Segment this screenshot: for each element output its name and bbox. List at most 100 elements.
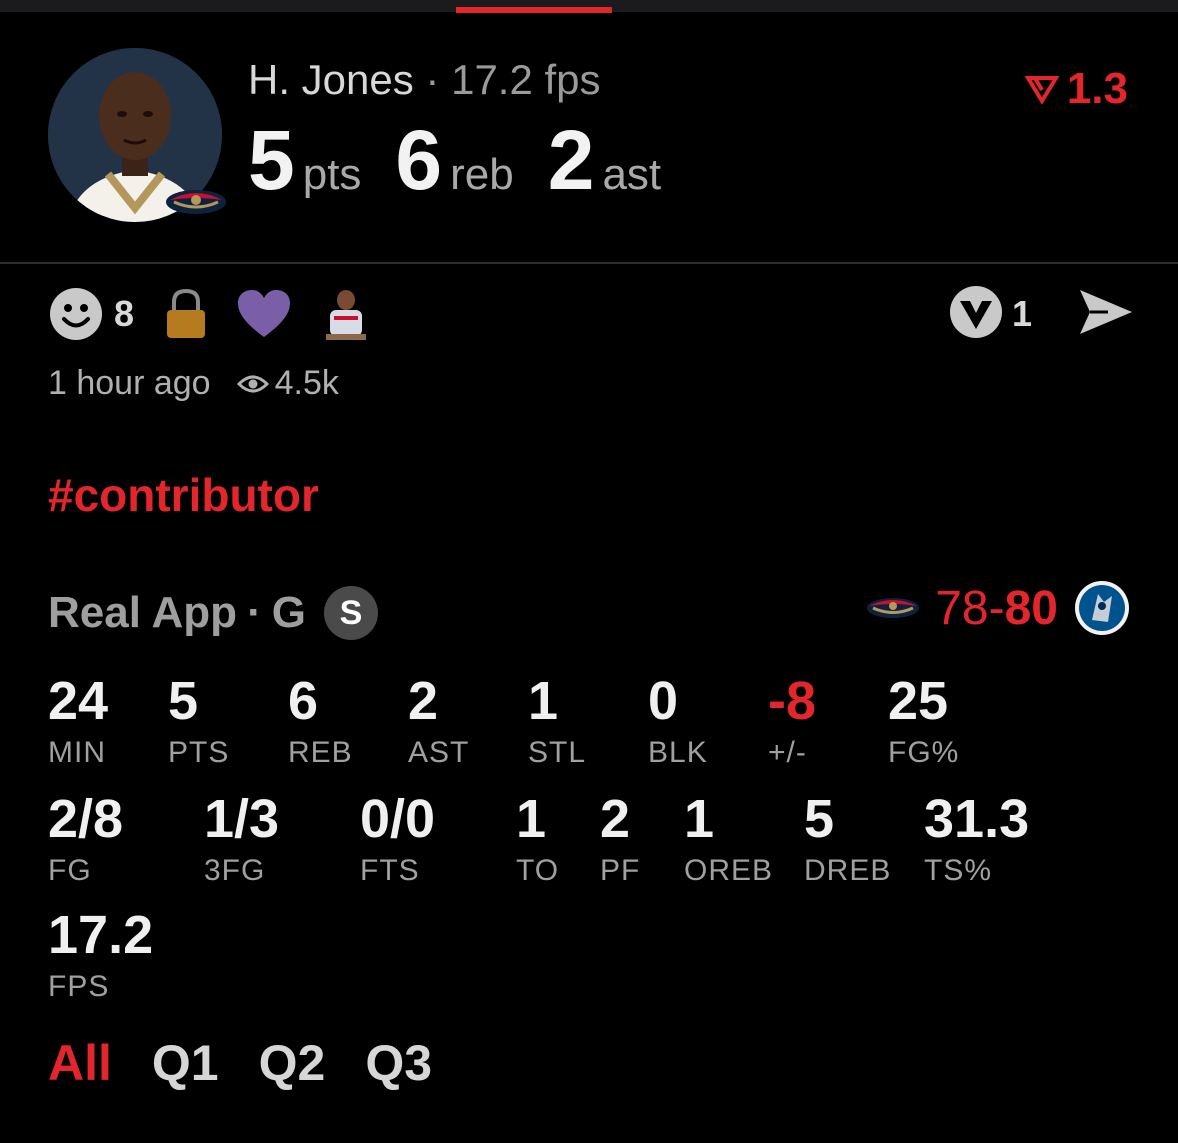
headline-reb-value: 6 [395, 113, 443, 207]
player-sticker-icon[interactable] [320, 286, 372, 342]
stat-value: 1 [528, 671, 559, 731]
hashtag-link[interactable]: #contributor [48, 468, 319, 522]
stat-value: 24 [48, 671, 109, 731]
stat-value: 1 [684, 789, 715, 849]
player-position: G [271, 588, 306, 637]
stat-label: FG% [888, 736, 960, 769]
player-name[interactable]: H. Jones [248, 56, 414, 103]
pelicans-logo-icon [867, 598, 920, 618]
stat-min: 24 MIN [48, 674, 108, 768]
stat-value: 6 [288, 671, 319, 731]
headline-pts-value: 5 [248, 113, 295, 207]
period-tab-all[interactable]: All [48, 1034, 112, 1092]
stat-value: 5 [168, 671, 199, 731]
score-dash: - [988, 581, 1005, 635]
stat-to: 1 TO [516, 792, 559, 886]
view-count: 4.5k [236, 364, 339, 403]
stat-value: 31.3 [924, 789, 1030, 849]
stat-label: FG [48, 854, 92, 887]
player-header: H. Jones · 17.2 fps 5 pts 6 reb 2 ast 1.3 [0, 12, 1178, 262]
lock-icon[interactable] [164, 288, 208, 340]
stat-3fg: 1/3 3FG [204, 792, 279, 886]
stat-oreb: 1 OREB [684, 792, 773, 886]
source-row: Real App · G S [48, 586, 378, 640]
stat-pts: 5 PTS [168, 674, 229, 768]
eye-icon [236, 375, 269, 392]
home-score: 78 [935, 581, 989, 635]
time-ago: 1 hour ago [48, 364, 211, 402]
stat-ts-pct: 31.3 TS% [924, 792, 1029, 886]
stat-value: 1/3 [204, 789, 280, 849]
stat-label: STL [528, 736, 587, 769]
smile-count: 8 [114, 293, 135, 334]
stat-value: 5 [804, 789, 835, 849]
headline-pts-unit: pts [302, 150, 362, 199]
away-score: 80 [1004, 581, 1058, 635]
stat-value: 25 [888, 671, 949, 731]
period-tab-q1[interactable]: Q1 [152, 1034, 219, 1092]
pelicans-logo-icon [166, 190, 226, 214]
heart-icon[interactable] [236, 289, 292, 339]
smile-icon[interactable] [48, 286, 104, 342]
period-selector: All Q1 Q2 Q3 [48, 1034, 472, 1092]
stat-value: -8 [768, 671, 817, 731]
stat-label: PTS [168, 736, 230, 769]
top-tab-bar [0, 0, 1178, 13]
stat-label: REB [288, 736, 353, 769]
stat-value: 0/0 [360, 789, 436, 849]
stat-pf: 2 PF [600, 792, 640, 886]
stat-label: DREB [804, 854, 892, 887]
stat-value: 1 [516, 789, 547, 849]
stat-dreb: 5 DREB [804, 792, 891, 886]
player-name-line: H. Jones · 17.2 fps [248, 56, 601, 104]
fps-label: 17.2 fps [451, 56, 601, 103]
headline-reb-unit: reb [450, 150, 514, 199]
stat-fts: 0/0 FTS [360, 792, 435, 886]
down-arrow-icon [1024, 76, 1059, 104]
boost-count: 1 [1011, 293, 1032, 334]
stat-value: 2 [600, 789, 631, 849]
game-score[interactable]: 78 - 80 [865, 580, 1130, 636]
stat-label: FTS [360, 854, 420, 887]
stat-label: MIN [48, 736, 106, 769]
stat-plus-minus: -8 +/- [768, 674, 816, 768]
stat-blk: 0 BLK [648, 674, 708, 768]
source-separator: · [247, 588, 262, 637]
stat-label: TO [516, 854, 560, 887]
source-app[interactable]: Real App [48, 588, 237, 638]
reaction-bar: 8 [48, 286, 400, 342]
stat-value: 2 [408, 671, 439, 731]
stat-stl: 1 STL [528, 674, 586, 768]
stat-label: AST [408, 736, 470, 769]
headline-ast-unit: ast [602, 150, 662, 199]
rating-delta[interactable]: 1.3 [1024, 64, 1128, 114]
post-meta: 1 hour ago 4.5k [48, 364, 339, 403]
stat-fg: 2/8 FG [48, 792, 123, 886]
section-divider [0, 262, 1178, 264]
mavericks-logo-icon [1075, 581, 1129, 635]
stat-label: OREB [684, 854, 774, 887]
view-count-value: 4.5k [274, 364, 339, 402]
period-tab-q3[interactable]: Q3 [365, 1034, 432, 1092]
stat-value: 17.2 [48, 905, 154, 965]
stat-value: 0 [648, 671, 679, 731]
stat-label: BLK [648, 736, 708, 769]
stat-value: 2/8 [48, 789, 124, 849]
boost-icon[interactable] [948, 284, 1004, 345]
headline-stats: 5 pts 6 reb 2 ast [248, 112, 695, 209]
stat-label: TS% [924, 854, 993, 887]
period-tab-q2[interactable]: Q2 [259, 1034, 326, 1092]
stat-label: PF [600, 854, 641, 887]
headline-ast-value: 2 [547, 113, 595, 207]
stat-label: +/- [768, 736, 807, 769]
stat-reb: 6 REB [288, 674, 353, 768]
stat-label: FPS [48, 970, 110, 1003]
post-actions: 1 [948, 284, 1134, 345]
stat-label: 3FG [204, 854, 266, 887]
stat-ast: 2 AST [408, 674, 469, 768]
send-icon[interactable] [1078, 287, 1134, 342]
stat-fps: 17.2 FPS [48, 908, 153, 1002]
starter-badge: S [323, 586, 378, 640]
stat-fg-pct: 25 FG% [888, 674, 959, 768]
rating-delta-value: 1.3 [1066, 64, 1128, 113]
